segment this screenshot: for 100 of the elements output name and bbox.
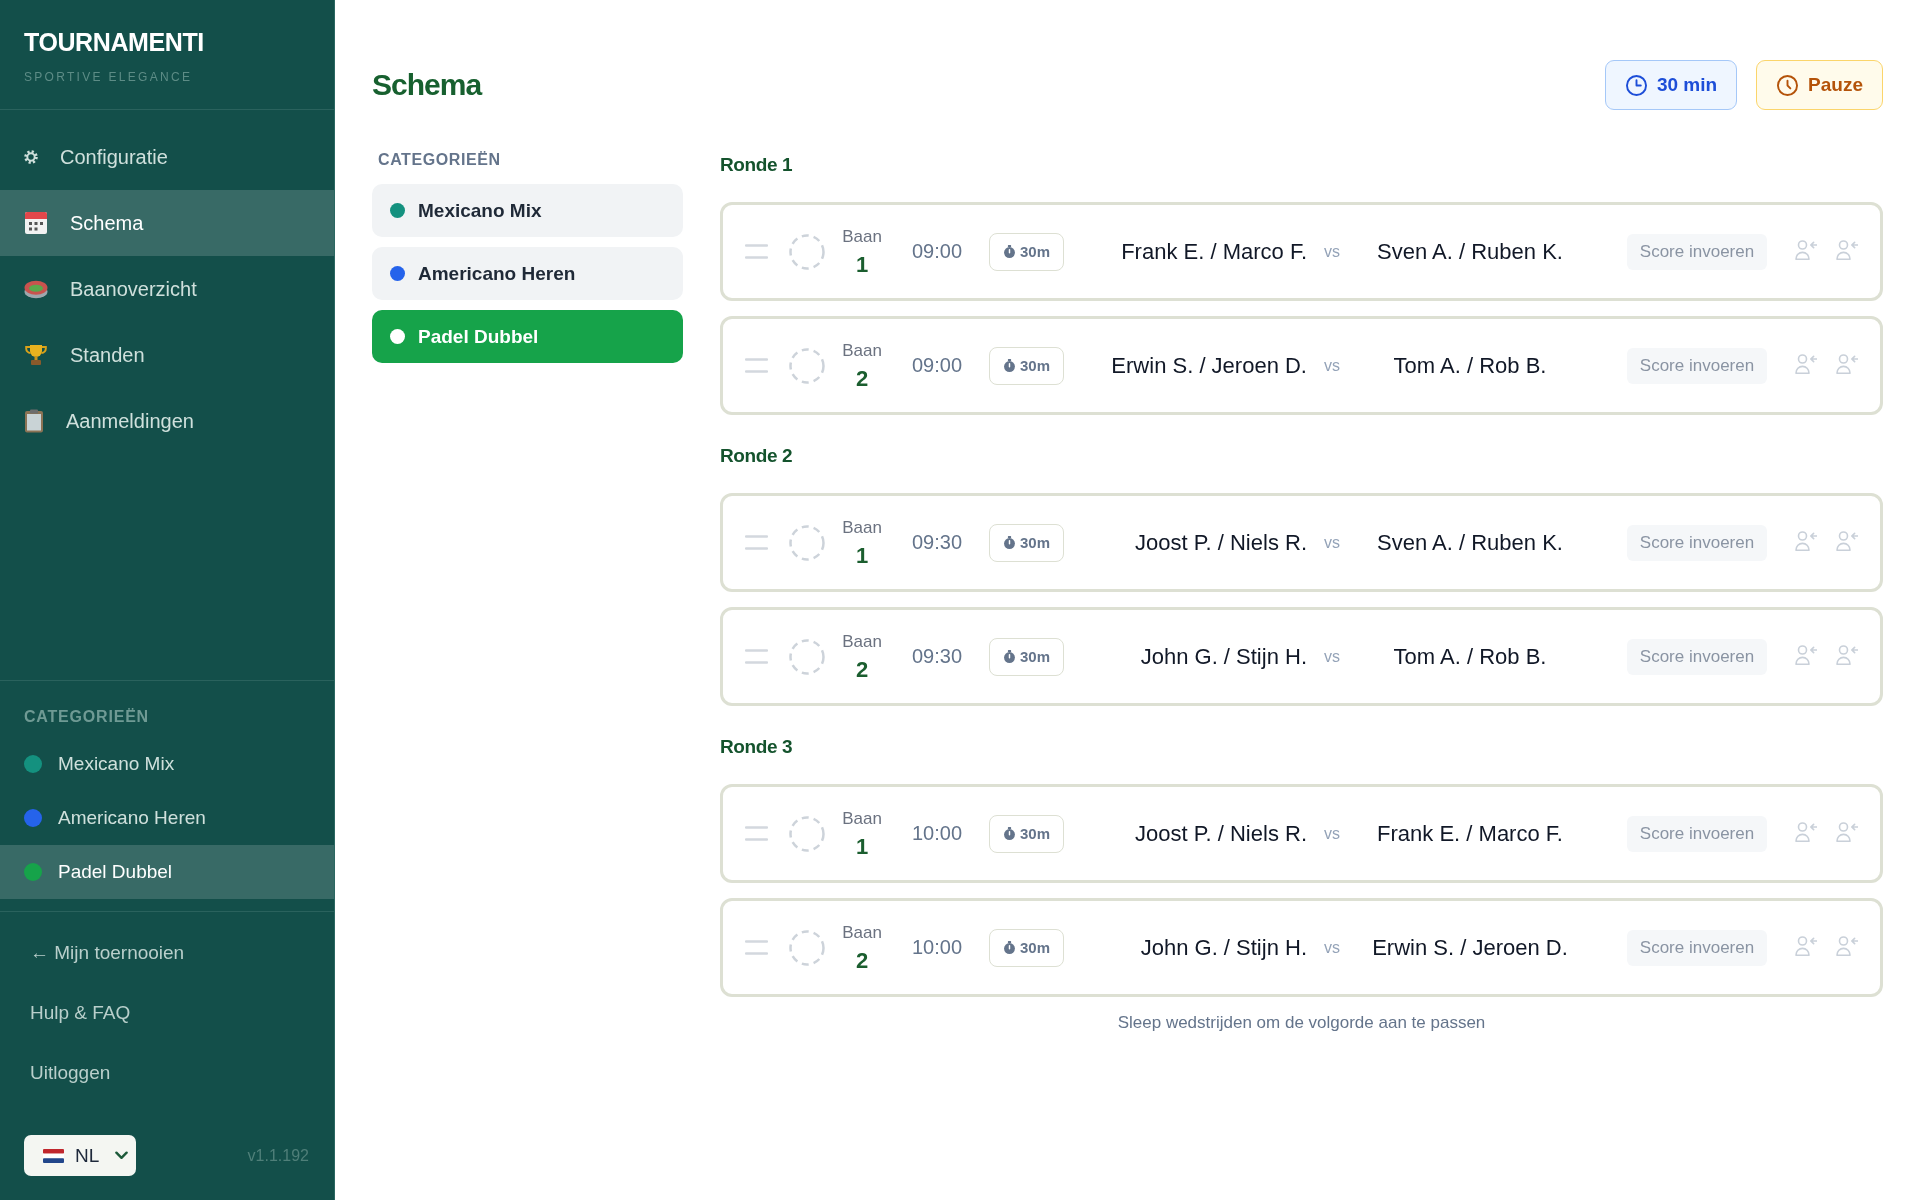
vs-label: vs xyxy=(1324,242,1340,261)
team-name: Erwin S. / Jeroen D. xyxy=(1372,934,1568,961)
match-time: 09:30 xyxy=(911,531,963,554)
dashed-circle-icon xyxy=(789,638,825,675)
section-heading: CATEGORIEËN xyxy=(24,707,149,727)
vs-label: vs xyxy=(1324,533,1340,552)
language-select[interactable]: NL xyxy=(24,1135,136,1176)
match-time: 09:30 xyxy=(911,645,963,668)
nav-item[interactable]: Schema xyxy=(0,190,334,256)
court-label: Baan xyxy=(842,808,882,829)
court-label: Baan xyxy=(842,922,882,943)
team-name: Sven A. / Ruben K. xyxy=(1377,238,1563,265)
duration-text: 30m xyxy=(1020,939,1050,956)
stopwatch-icon xyxy=(1003,650,1016,663)
user-arrow-icon[interactable] xyxy=(1836,821,1858,842)
drag-handle-icon[interactable] xyxy=(745,535,768,550)
flag-icon xyxy=(43,1148,64,1163)
category-button[interactable]: Americano Heren xyxy=(372,247,683,300)
brand-tagline: SPORTIVE ELEGANCE xyxy=(24,70,193,84)
user-arrow-icon[interactable] xyxy=(1795,821,1817,842)
drag-handle-icon[interactable] xyxy=(745,826,768,841)
clock-icon xyxy=(1625,74,1647,96)
match-time: 09:00 xyxy=(911,240,963,263)
category-item[interactable]: Americano Heren xyxy=(0,791,334,845)
nav-item[interactable]: Configuratie xyxy=(0,124,334,190)
court-number: 2 xyxy=(855,657,869,682)
dashed-circle-icon xyxy=(789,347,825,384)
team-name: John G. / Stijn H. xyxy=(1140,643,1307,670)
match-time: 09:00 xyxy=(911,354,963,377)
court-number: 1 xyxy=(855,834,869,859)
stopwatch-icon xyxy=(1003,359,1016,372)
category-button[interactable]: Padel Dubbel xyxy=(372,310,683,363)
user-arrow-icon[interactable] xyxy=(1836,644,1858,665)
nav-item[interactable]: Baanoverzicht xyxy=(0,256,334,322)
dashed-circle-icon xyxy=(789,233,825,270)
team-name: Joost P. / Niels R. xyxy=(1135,820,1307,847)
nav-item[interactable]: Aanmeldingen xyxy=(0,388,334,454)
sidebar-link[interactable]: Hulp & FAQ xyxy=(30,1002,131,1024)
user-arrow-icon[interactable] xyxy=(1836,935,1858,956)
category-item[interactable]: Padel Dubbel xyxy=(0,845,334,899)
team-name: Frank E. / Marco F. xyxy=(1377,820,1563,847)
drag-handle-icon[interactable] xyxy=(745,649,768,664)
vs-label: vs xyxy=(1324,824,1340,843)
category-item[interactable]: Mexicano Mix xyxy=(0,737,334,791)
team-name: Tom A. / Rob B. xyxy=(1393,643,1547,670)
user-arrow-icon[interactable] xyxy=(1836,239,1858,260)
drag-handle-icon[interactable] xyxy=(745,358,768,373)
clock-icon xyxy=(1777,74,1799,96)
page-title: Schema xyxy=(372,67,482,103)
category-button[interactable]: Mexicano Mix xyxy=(372,184,683,237)
pause-button[interactable]: Pauze xyxy=(1756,60,1883,110)
stadium-icon xyxy=(24,279,48,299)
court-label: Baan xyxy=(842,340,882,361)
section-heading: CATEGORIEËN xyxy=(378,150,501,170)
clipboard-icon xyxy=(24,409,44,433)
team-name: Joost P. / Niels R. xyxy=(1135,529,1307,556)
court-number: 1 xyxy=(855,252,869,277)
round-title: Ronde 3 xyxy=(720,735,794,759)
gear-icon xyxy=(24,150,38,164)
user-arrow-icon[interactable] xyxy=(1836,353,1858,374)
duration-text: 30m xyxy=(1020,534,1050,551)
match-time: 10:00 xyxy=(911,822,963,845)
stopwatch-icon xyxy=(1003,827,1016,840)
duration-text: 30m xyxy=(1020,825,1050,842)
user-arrow-icon[interactable] xyxy=(1795,353,1817,374)
vs-label: vs xyxy=(1324,938,1340,957)
user-arrow-icon[interactable] xyxy=(1795,530,1817,551)
drag-handle-icon[interactable] xyxy=(745,244,768,259)
dot-icon xyxy=(390,329,405,344)
nav-item[interactable]: Standen xyxy=(0,322,334,388)
chevron-down-icon xyxy=(115,1151,128,1160)
stopwatch-icon xyxy=(1003,245,1016,258)
court-number: 2 xyxy=(855,366,869,391)
team-name: John G. / Stijn H. xyxy=(1140,934,1307,961)
duration-text: 30m xyxy=(1020,357,1050,374)
team-name: Sven A. / Ruben K. xyxy=(1377,529,1563,556)
match-time: 10:00 xyxy=(911,936,963,959)
user-arrow-icon[interactable] xyxy=(1836,530,1858,551)
calendar-icon xyxy=(24,211,48,235)
brand-name: TOURNAMENTI xyxy=(24,28,204,56)
sidebar-link[interactable]: ← Mijn toernooien xyxy=(30,942,185,964)
court-label: Baan xyxy=(842,631,882,652)
hint-text: Sleep wedstrijden om de volgorde aan te passen xyxy=(1117,1012,1486,1034)
court-label: Baan xyxy=(842,517,882,538)
trophy-icon xyxy=(24,344,48,366)
sidebar-link[interactable]: Uitloggen xyxy=(30,1062,111,1084)
court-number: 2 xyxy=(855,948,869,973)
user-arrow-icon[interactable] xyxy=(1795,644,1817,665)
drag-handle-icon[interactable] xyxy=(745,940,768,955)
team-name: Frank E. / Marco F. xyxy=(1121,238,1307,265)
user-arrow-icon[interactable] xyxy=(1795,935,1817,956)
court-number: 1 xyxy=(855,543,869,568)
duration-text: 30m xyxy=(1020,648,1050,665)
court-label: Baan xyxy=(842,226,882,247)
duration-button[interactable]: 30 min xyxy=(1604,60,1738,110)
stopwatch-icon xyxy=(1003,941,1016,954)
vs-label: vs xyxy=(1324,647,1340,666)
stopwatch-icon xyxy=(1003,536,1016,549)
user-arrow-icon[interactable] xyxy=(1795,239,1817,260)
round-title: Ronde 2 xyxy=(720,444,794,468)
